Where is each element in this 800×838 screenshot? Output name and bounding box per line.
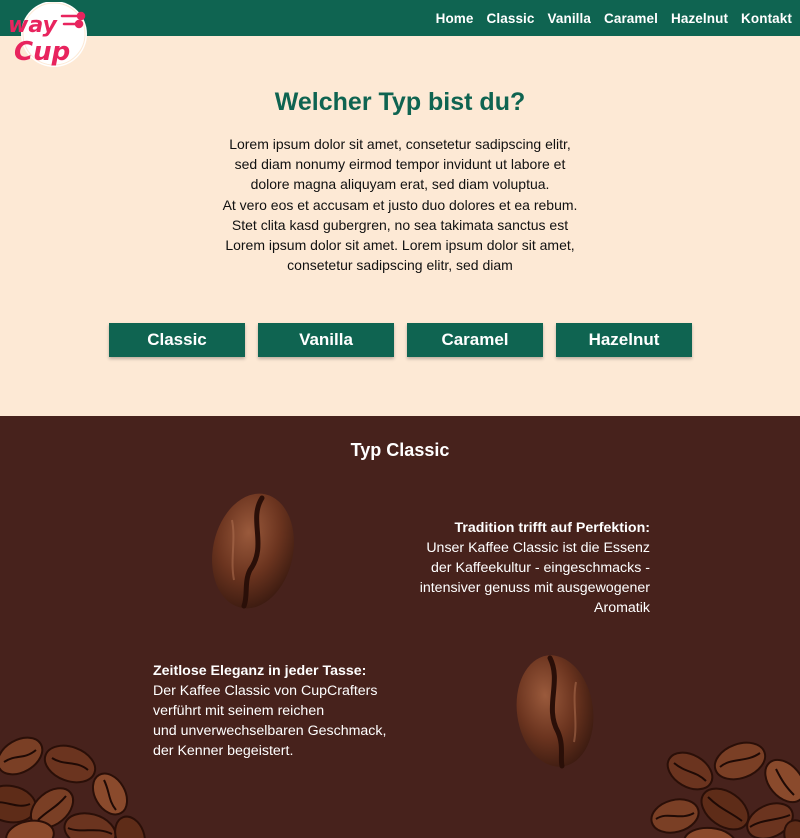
classic-button[interactable]: Classic	[109, 323, 245, 357]
hero-text-line: dolore magna aliquyam erat, sed diam vol…	[250, 176, 550, 193]
vanilla-button[interactable]: Vanilla	[258, 323, 394, 357]
coffee-beans-pile-image	[0, 736, 146, 838]
nav-link-hazelnut[interactable]: Hazelnut	[671, 11, 728, 26]
tradition-text-line: der Kaffeekultur - eingeschmacks -	[431, 560, 650, 576]
nav-link-vanilla[interactable]: Vanilla	[548, 11, 591, 26]
caramel-button[interactable]: Caramel	[407, 323, 543, 357]
coffee-bean-image	[516, 655, 594, 769]
tradition-text-line: Aromatik	[594, 600, 650, 616]
nav-link-home[interactable]: Home	[436, 11, 474, 26]
nav-link-classic[interactable]: Classic	[487, 11, 535, 26]
type-button-row: Classic Vanilla Caramel Hazelnut	[109, 323, 692, 357]
nav-link-kontakt[interactable]: Kontakt	[741, 11, 792, 26]
classic-section: Typ Classic Tradition trifft auf Perfekt…	[0, 416, 800, 838]
hazelnut-button[interactable]: Hazelnut	[556, 323, 692, 357]
coffee-bean-image	[212, 493, 294, 609]
brand-logo[interactable]: way Cup	[4, 2, 88, 72]
eleganz-text-block: Zeitlose Eleganz in jeder Tasse: Der Kaf…	[153, 661, 423, 761]
eleganz-heading: Zeitlose Eleganz in jeder Tasse:	[153, 663, 367, 679]
tradition-text-block: Tradition trifft auf Perfektion: Unser K…	[360, 518, 650, 618]
section-title: Typ Classic	[350, 440, 450, 460]
hero-text-line: consetetur sadipscing elitr, sed diam	[287, 257, 513, 274]
hero-text-line: Lorem ipsum dolor sit amet. Lorem ipsum …	[225, 237, 575, 254]
hero-description: Lorem ipsum dolor sit amet, consetetur s…	[190, 134, 610, 275]
tradition-text-line: intensiver genuss mit ausgewogener	[419, 580, 650, 596]
eleganz-text-line: und unverwechselbaren Geschmack,	[153, 723, 387, 739]
hero-text-line: At vero eos et accusam et justo duo dolo…	[222, 196, 578, 213]
eleganz-text-line: verführt mit seinem reichen	[153, 703, 325, 719]
top-navbar: Home Classic Vanilla Caramel Hazelnut Ko…	[0, 0, 800, 36]
logo-text-cup: Cup	[14, 37, 70, 67]
coffee-beans-pile-image	[650, 741, 800, 838]
hero-text-line: Stet clita kasd gubergren, no sea takima…	[231, 216, 569, 233]
hero-section: Welcher Typ bist du? Lorem ipsum dolor s…	[0, 36, 800, 416]
tradition-heading: Tradition trifft auf Perfektion:	[454, 520, 650, 536]
nav-links: Home Classic Vanilla Caramel Hazelnut Ko…	[436, 0, 792, 36]
nav-link-caramel[interactable]: Caramel	[604, 11, 658, 26]
hero-text-line: Lorem ipsum dolor sit amet, consetetur s…	[229, 136, 571, 152]
eleganz-text-line: Der Kaffee Classic von CupCrafters	[153, 683, 378, 699]
tradition-text-line: Unser Kaffee Classic ist die Essenz	[426, 540, 650, 556]
logo-text-way: way	[8, 13, 58, 38]
hero-text-line: sed diam nonumy eirmod tempor invidunt u…	[234, 156, 566, 173]
hero-title: Welcher Typ bist du?	[274, 88, 526, 116]
eleganz-text-line: der Kenner begeistert.	[153, 743, 294, 759]
